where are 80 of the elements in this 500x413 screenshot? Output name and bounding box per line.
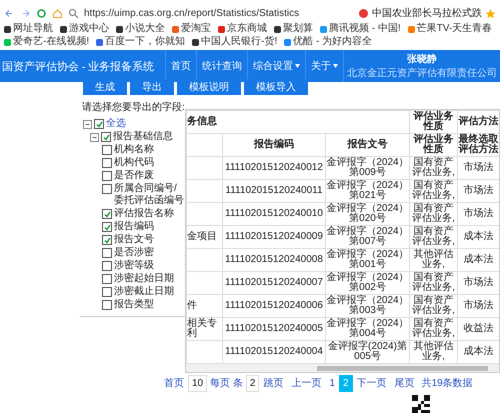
column-header: 评估业务性质 — [410, 134, 458, 156]
group-header: 务信息 — [186, 110, 410, 134]
group-header: 评估业务性质 — [410, 110, 458, 134]
table-cell: 111102015120240008 — [222, 248, 326, 272]
tree-item[interactable]: 评估报告名称 — [114, 208, 174, 220]
table-cell: 111102015120240012 — [222, 156, 326, 180]
table-cell: 111102015120240006 — [222, 294, 326, 318]
tree-item[interactable]: 报告编码 — [114, 221, 154, 233]
bookmark[interactable]: 爱奇艺-在线视频! — [4, 36, 90, 48]
organization-name: 北京金正元资产评估有限责任公司 — [347, 66, 497, 80]
bookmark[interactable]: 爱淘宝 — [172, 23, 211, 35]
bookmark[interactable]: 芒果TV-天生青春 — [408, 23, 492, 35]
bookmark[interactable]: 腾讯视频 - 中国! — [320, 23, 401, 35]
tree-item[interactable]: 报告文号 — [114, 234, 154, 246]
bookmark[interactable]: 优酷 - 为好内容全 — [284, 36, 372, 48]
table-cell: 111102015120240009 — [222, 226, 326, 248]
bookmark[interactable]: 京东商城 — [218, 23, 267, 35]
table-cell: 国有资产评估业务, — [410, 202, 458, 226]
tree-item[interactable]: 机构代码 — [114, 157, 154, 169]
jump-link[interactable]: 跳页 — [259, 373, 288, 393]
bookmark[interactable]: 小说大全 — [116, 23, 165, 35]
bookmark[interactable]: 游戏中心 — [60, 23, 109, 35]
tree-item[interactable]: 机构名称 — [114, 144, 154, 156]
toolbar-button[interactable]: 模板说明 — [177, 79, 241, 95]
table-cell: 金评报字（2024）第020号 — [326, 202, 410, 226]
table-cell: 金评报字（2024）第009号 — [326, 156, 410, 180]
user-name[interactable]: 张晓静 — [407, 52, 437, 66]
table-cell: 111102015120240010 — [222, 202, 326, 226]
table-cell: 111102015120240007 — [222, 272, 326, 294]
table-cell: 金项目 — [187, 231, 217, 242]
address-bar[interactable]: https://uimp.cas.org.cn/report/Statistics/Statistics — [84, 8, 300, 18]
tree-item[interactable]: 涉密起始日期 — [114, 273, 174, 285]
table-cell: 金评报字（2024）第007号 — [326, 226, 410, 248]
bookmark[interactable]: 网址导航 — [4, 23, 53, 35]
tree-item[interactable]: 报告基础信息 — [113, 131, 173, 143]
table-cell: 金评报字（2024）第003号 — [326, 294, 410, 318]
table-cell: 件 — [187, 300, 197, 311]
table-cell: 金评报字（2024）第004号 — [326, 318, 410, 340]
tree-item[interactable]: 是否作废 — [114, 170, 154, 182]
tree-item[interactable]: 所属合同编号/委托评估函编号 — [114, 183, 185, 207]
table-cell: 金评报字（2024）第001号 — [326, 248, 410, 272]
table-cell: 国有资产评估业务, — [410, 226, 458, 248]
toolbar-button[interactable]: 模板导入 — [244, 79, 308, 95]
bookmark[interactable]: 聚划算 — [274, 23, 313, 35]
previous-page-link[interactable]: 上一页 — [287, 373, 326, 393]
tree-item[interactable]: 涉密截止日期 — [114, 286, 174, 298]
column-header: 报告文号 — [326, 134, 410, 156]
table-cell: 金评报字（2024）第021号 — [326, 180, 410, 202]
tree-item[interactable]: 报告类型 — [114, 299, 154, 311]
table-cell: 国有资产评估业务, — [410, 318, 458, 340]
column-header: 报告编码 — [222, 134, 326, 156]
page-link[interactable]: 1 — [325, 374, 340, 392]
prompt-text: 请选择您要导出的字段: — [82, 100, 185, 114]
table-cell: 相关专利 — [187, 318, 217, 339]
total-count: 共19条数据 — [420, 376, 474, 390]
table-cell: 国有资产评估业务, — [410, 294, 458, 318]
bookmark[interactable]: 百度一下，你就知 — [96, 36, 186, 48]
last-page-link[interactable]: 尾页 — [390, 373, 419, 393]
table-cell: 国有资产评估业务, — [410, 156, 458, 180]
tree-item[interactable]: 是否涉密 — [114, 247, 154, 259]
table-cell: 111102015120240011 — [222, 180, 326, 202]
page-size-label: 每页 条 — [209, 377, 244, 390]
group-header: 评估方法 — [458, 110, 499, 134]
column-header: 最终选取评估方法 — [458, 134, 499, 156]
table-cell: 国有资产评估业务, — [410, 272, 458, 294]
app-title: 国资产评估协会 - 业务报备系统 — [2, 60, 154, 74]
first-page-link[interactable]: 首页 — [160, 373, 188, 393]
table-cell: 111102015120240005 — [222, 318, 326, 340]
toolbar-button[interactable]: 导出 — [130, 79, 174, 95]
page-size-field[interactable]: 10 — [188, 374, 208, 392]
bookmark[interactable]: 中国人民银行-货! — [192, 36, 278, 48]
search-suggestion[interactable]: 中国农业部长马拉松式跌 — [372, 6, 482, 20]
tree-item[interactable]: 涉密等级 — [114, 260, 154, 272]
table-cell: 其他评估业务, — [410, 248, 458, 272]
tree-item[interactable]: 全选 — [106, 118, 126, 130]
table-cell: 金评报字（2024）第002号 — [326, 272, 410, 294]
toolbar-button[interactable]: 生成 — [83, 79, 127, 95]
jump-page-field[interactable]: 2 — [246, 374, 260, 392]
next-page-link[interactable]: 下一页 — [352, 373, 391, 393]
table-cell: 国有资产评估业务, — [410, 180, 458, 202]
